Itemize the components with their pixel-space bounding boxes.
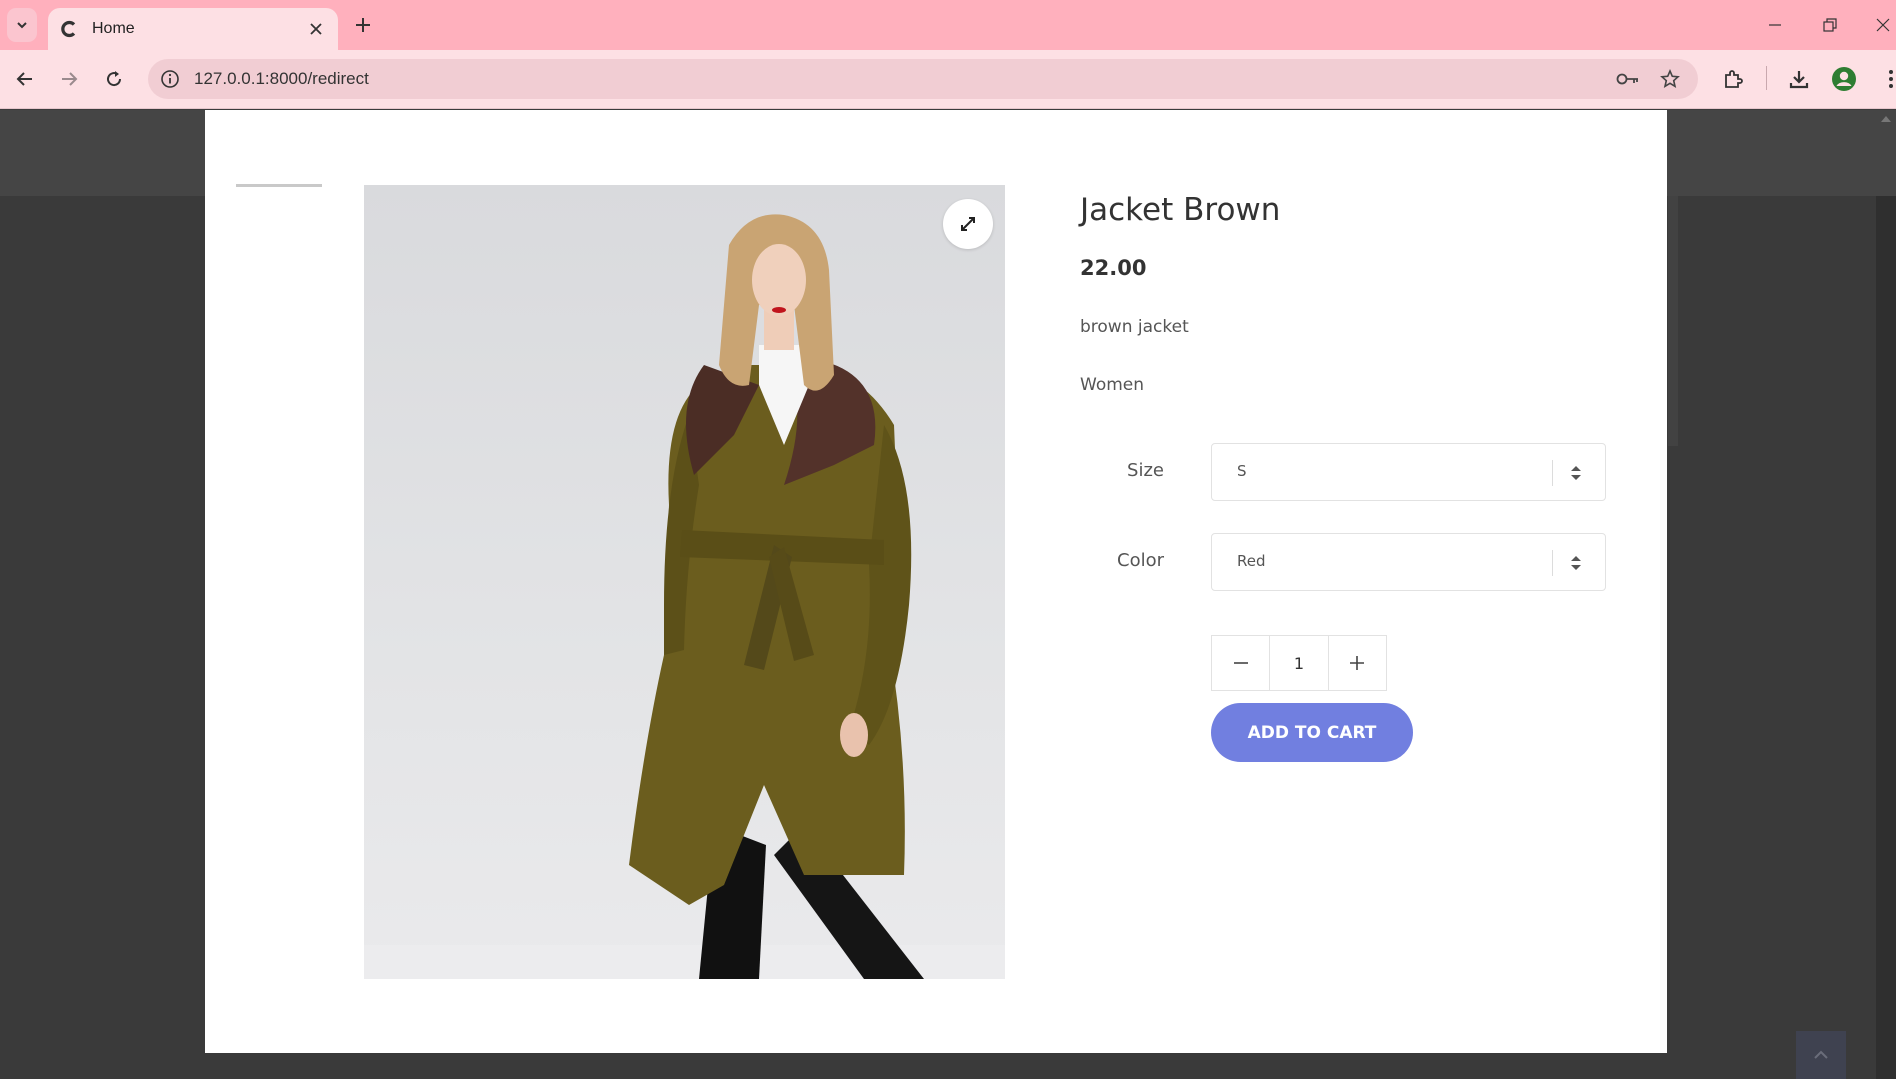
expand-arrows-icon [961,217,975,231]
scrollbar-up-arrow-icon[interactable] [1880,114,1892,124]
product-description: brown jacket [1080,317,1189,337]
arrow-right-icon [62,72,78,86]
profile-button[interactable] [1829,64,1859,94]
chevron-up-icon [1814,1050,1828,1059]
expand-image-button[interactable] [943,199,993,249]
reload-icon [107,71,122,87]
close-window-button[interactable] [1868,10,1896,40]
page-scrollbar-track[interactable] [1876,196,1896,1079]
color-label: Color [1117,550,1164,571]
chevron-down-icon [17,22,27,29]
extensions-button[interactable] [1718,64,1748,94]
browser-tab-home[interactable]: Home [48,8,338,50]
tab-close-icon[interactable] [306,19,326,39]
site-info-icon[interactable] [160,69,180,89]
quantity-increase-button[interactable] [1329,636,1386,690]
forward-button[interactable] [54,64,84,94]
coat-model-illustration [364,214,1005,979]
gallery-thumbnail-indicator[interactable] [236,184,322,187]
address-bar[interactable]: 127.0.0.1:8000/redirect [148,59,1698,99]
avatar-icon [1832,67,1856,91]
password-key-icon[interactable] [1616,68,1640,90]
product-price: 22.00 [1080,256,1147,280]
restore-icon [1823,18,1837,32]
minimize-icon [1769,24,1781,26]
size-selected-value: S [1237,462,1247,480]
tab-search-button[interactable] [7,8,37,42]
close-icon [1876,18,1890,32]
kebab-menu-icon [1889,70,1893,88]
back-to-top-button[interactable] [1796,1031,1846,1079]
browser-menu-button[interactable] [1876,64,1896,94]
size-select[interactable]: S [1211,443,1606,501]
new-tab-button[interactable] [350,12,376,38]
product-image [364,185,1005,979]
select-divider [1552,550,1553,576]
select-divider [1552,460,1553,486]
plus-icon [356,18,370,32]
downloads-button[interactable] [1784,64,1814,94]
color-select[interactable]: Red [1211,533,1606,591]
minimize-button[interactable] [1760,10,1790,40]
minus-icon [1233,662,1248,664]
quantity-stepper: 1 [1211,635,1387,691]
product-title: Jacket Brown [1080,192,1281,228]
download-icon [1789,71,1809,89]
updown-caret-icon [1566,462,1586,484]
quantity-input[interactable]: 1 [1269,636,1329,690]
restore-button[interactable] [1815,10,1845,40]
plus-icon [1350,656,1365,670]
arrow-left-icon [16,72,32,86]
browser-toolbar: 127.0.0.1:8000/redirect [0,50,1896,109]
updown-caret-icon [1566,552,1586,574]
url-text: 127.0.0.1:8000/redirect [194,69,369,88]
quantity-decrease-button[interactable] [1212,636,1269,690]
tab-title: Home [92,20,135,37]
background-panel [1668,196,1678,446]
product-category: Women [1080,375,1145,395]
bookmark-star-icon[interactable] [1658,68,1682,90]
toolbar-separator [1766,66,1767,90]
back-button[interactable] [10,64,40,94]
site-favicon-icon [61,20,76,38]
reload-button[interactable] [99,64,129,94]
color-selected-value: Red [1237,552,1266,570]
product-quick-view-modal: Jacket Brown 22.00 brown jacket Women Si… [205,110,1667,1053]
size-label: Size [1127,460,1164,481]
add-to-cart-button[interactable]: ADD TO CART [1211,703,1413,762]
puzzle-icon [1725,70,1743,88]
browser-tab-bar: Home [0,0,1896,50]
